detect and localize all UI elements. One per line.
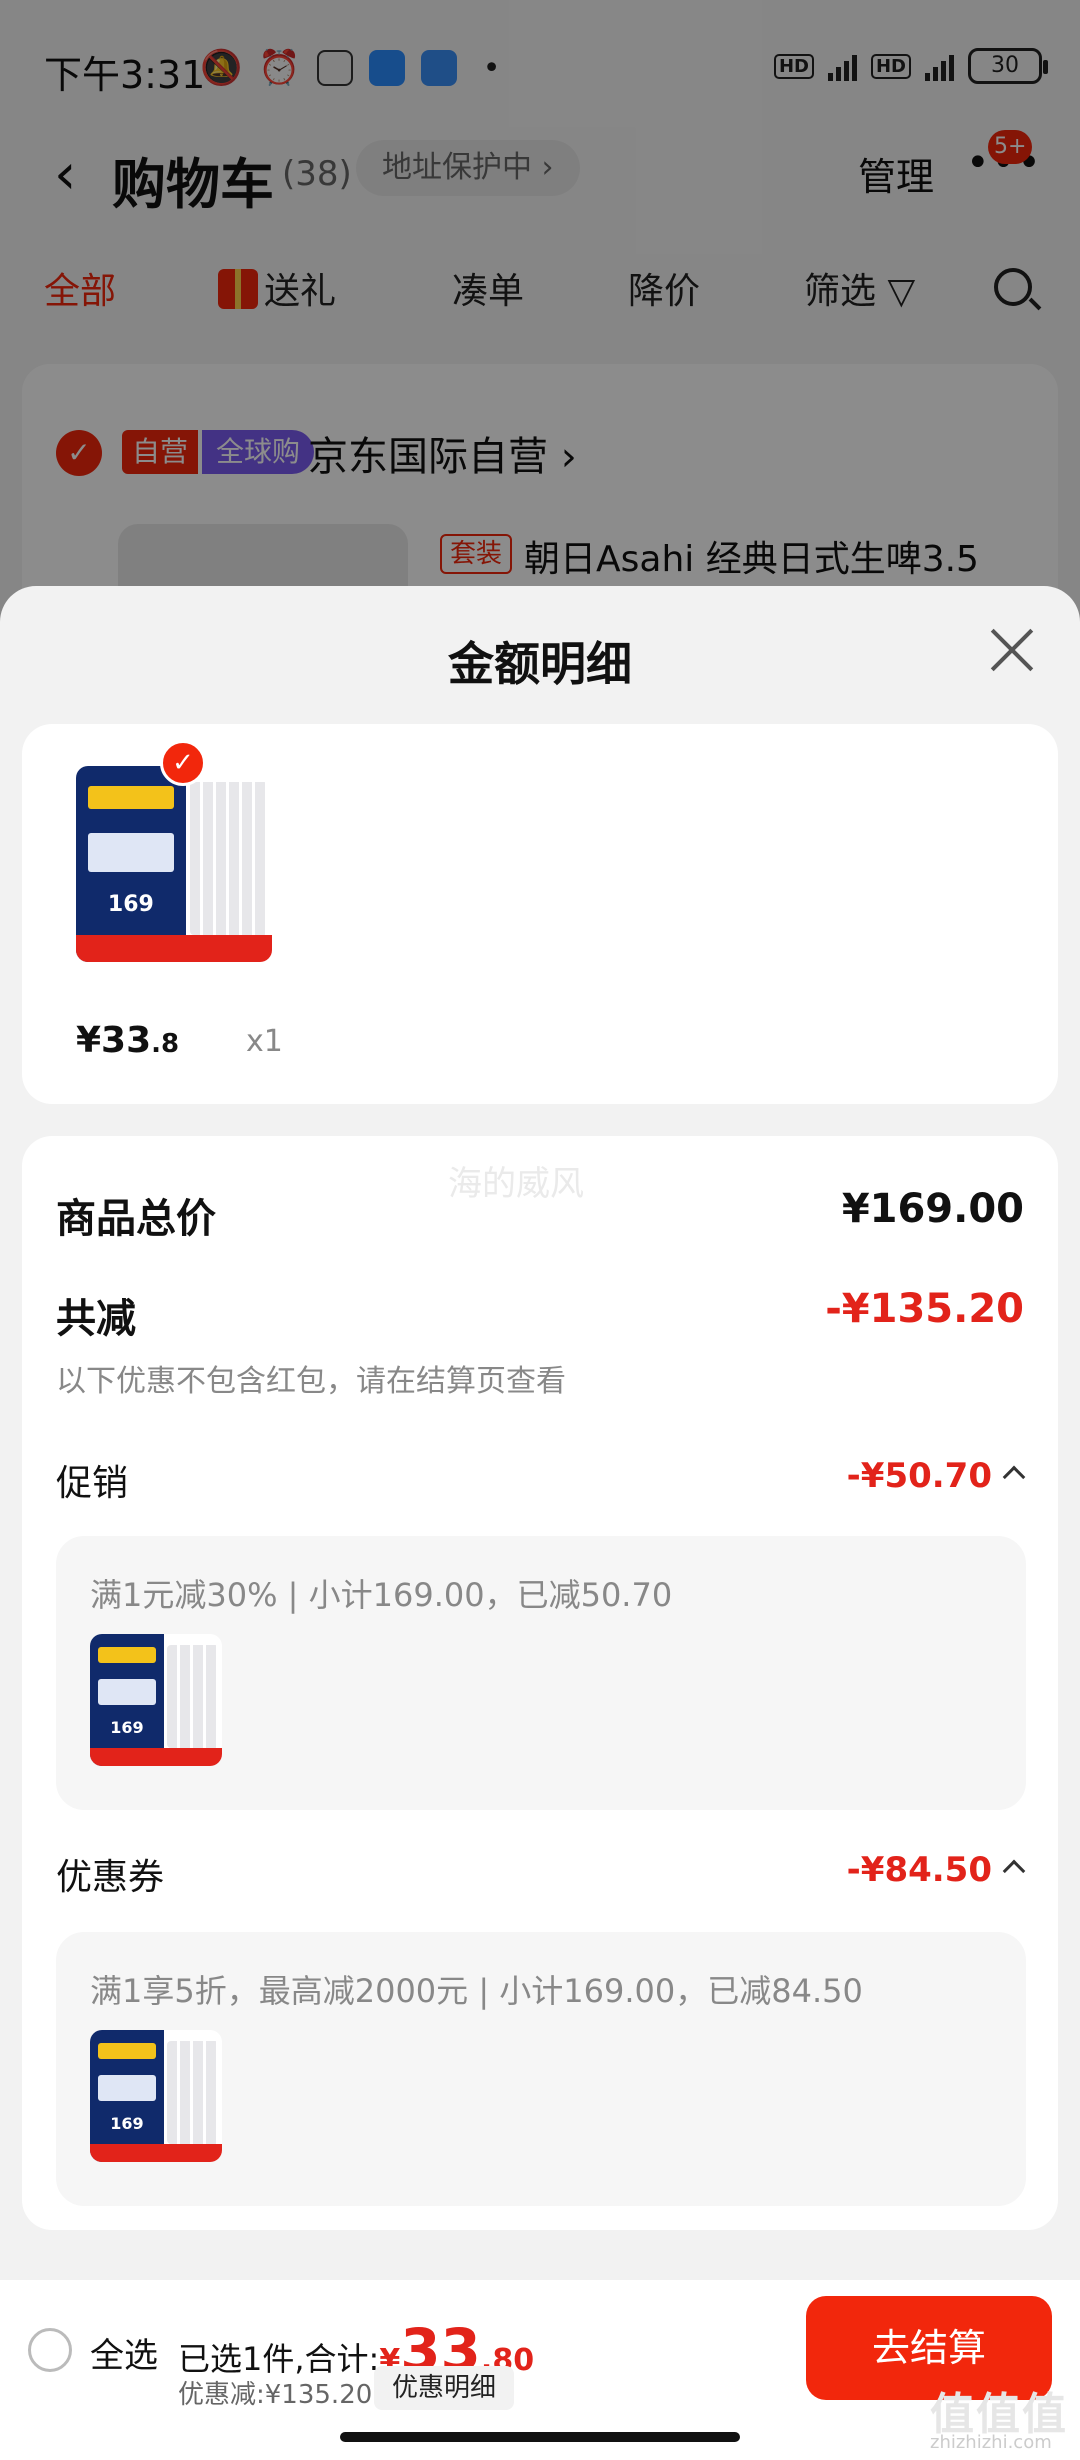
item-quantity: x1 [246, 1024, 283, 1059]
home-indicator[interactable] [340, 2432, 740, 2442]
coupon-label: 优惠券 [56, 1857, 165, 1898]
total-reduction-label: 共减 [56, 1296, 136, 1342]
summary-prefix: 已选1件,合计: [178, 2340, 380, 2378]
total-reduction-value: -¥135.20 [825, 1286, 1024, 1332]
promotion-label: 促销 [56, 1463, 129, 1504]
item-price: ¥33.8 [76, 1020, 179, 1061]
chevron-up-icon [1002, 1859, 1026, 1883]
discount-detail-button[interactable]: 优惠明细 [374, 2366, 515, 2410]
coupon-value: -¥84.50 [846, 1850, 992, 1890]
product-image-price: 169 [110, 1717, 144, 1737]
product-image[interactable]: 169 [76, 766, 272, 962]
item-selected-check-icon: ✓ [160, 740, 206, 786]
product-image-price: 169 [107, 891, 154, 917]
product-image-price: 169 [110, 2113, 144, 2133]
reduction-note: 以下优惠不包含红包，请在结算页查看 [56, 1364, 566, 1399]
coupon-product-image[interactable]: 169 [90, 2030, 222, 2162]
close-icon[interactable] [988, 626, 1036, 674]
promotion-detail-box: 满1元减30% | 小计169.00，已减50.70 169 [56, 1536, 1026, 1810]
promotion-toggle[interactable]: -¥50.70 [846, 1456, 1026, 1496]
promotion-value: -¥50.70 [846, 1456, 992, 1496]
total-price-label: 商品总价 [56, 1196, 216, 1242]
select-all-checkbox[interactable] [28, 2328, 72, 2372]
discount-amount: 优惠减:¥135.20 [178, 2380, 373, 2410]
select-all-label[interactable]: 全选 [90, 2328, 158, 2377]
checkout-bar: 全选 已选1件,合计:¥33.80 优惠减:¥135.20 优惠明细 去结算 值… [0, 2280, 1080, 2460]
sheet-title: 金额明细 [448, 637, 632, 691]
coupon-toggle[interactable]: -¥84.50 [846, 1850, 1026, 1890]
selected-items-card: 169 ✓ ¥33.8 x1 [22, 724, 1058, 1104]
coupon-detail-box: 满1享5折，最高减2000元 | 小计169.00，已减84.50 169 [56, 1932, 1026, 2206]
item-price-decimal: .8 [151, 1029, 180, 1059]
promotion-product-image[interactable]: 169 [90, 1634, 222, 1766]
watermark-text: 海的威风 [448, 1164, 584, 1204]
item-price-int: ¥33 [76, 1020, 152, 1061]
amount-detail-sheet: 金额明细 169 ✓ ¥33.8 x1 海的威风 商品总价 ¥169.00 共减… [0, 586, 1080, 2460]
chevron-up-icon [1002, 1465, 1026, 1489]
total-price-value: ¥169.00 [841, 1186, 1024, 1232]
site-watermark-url: zhizhizhi.com [930, 2432, 1052, 2453]
coupon-detail-text: 满1享5折，最高减2000元 | 小计169.00，已减84.50 [90, 1972, 863, 2010]
price-breakdown-card: 海的威风 商品总价 ¥169.00 共减 -¥135.20 以下优惠不包含红包，… [22, 1136, 1058, 2230]
promotion-detail-text: 满1元减30% | 小计169.00，已减50.70 [90, 1576, 673, 1614]
